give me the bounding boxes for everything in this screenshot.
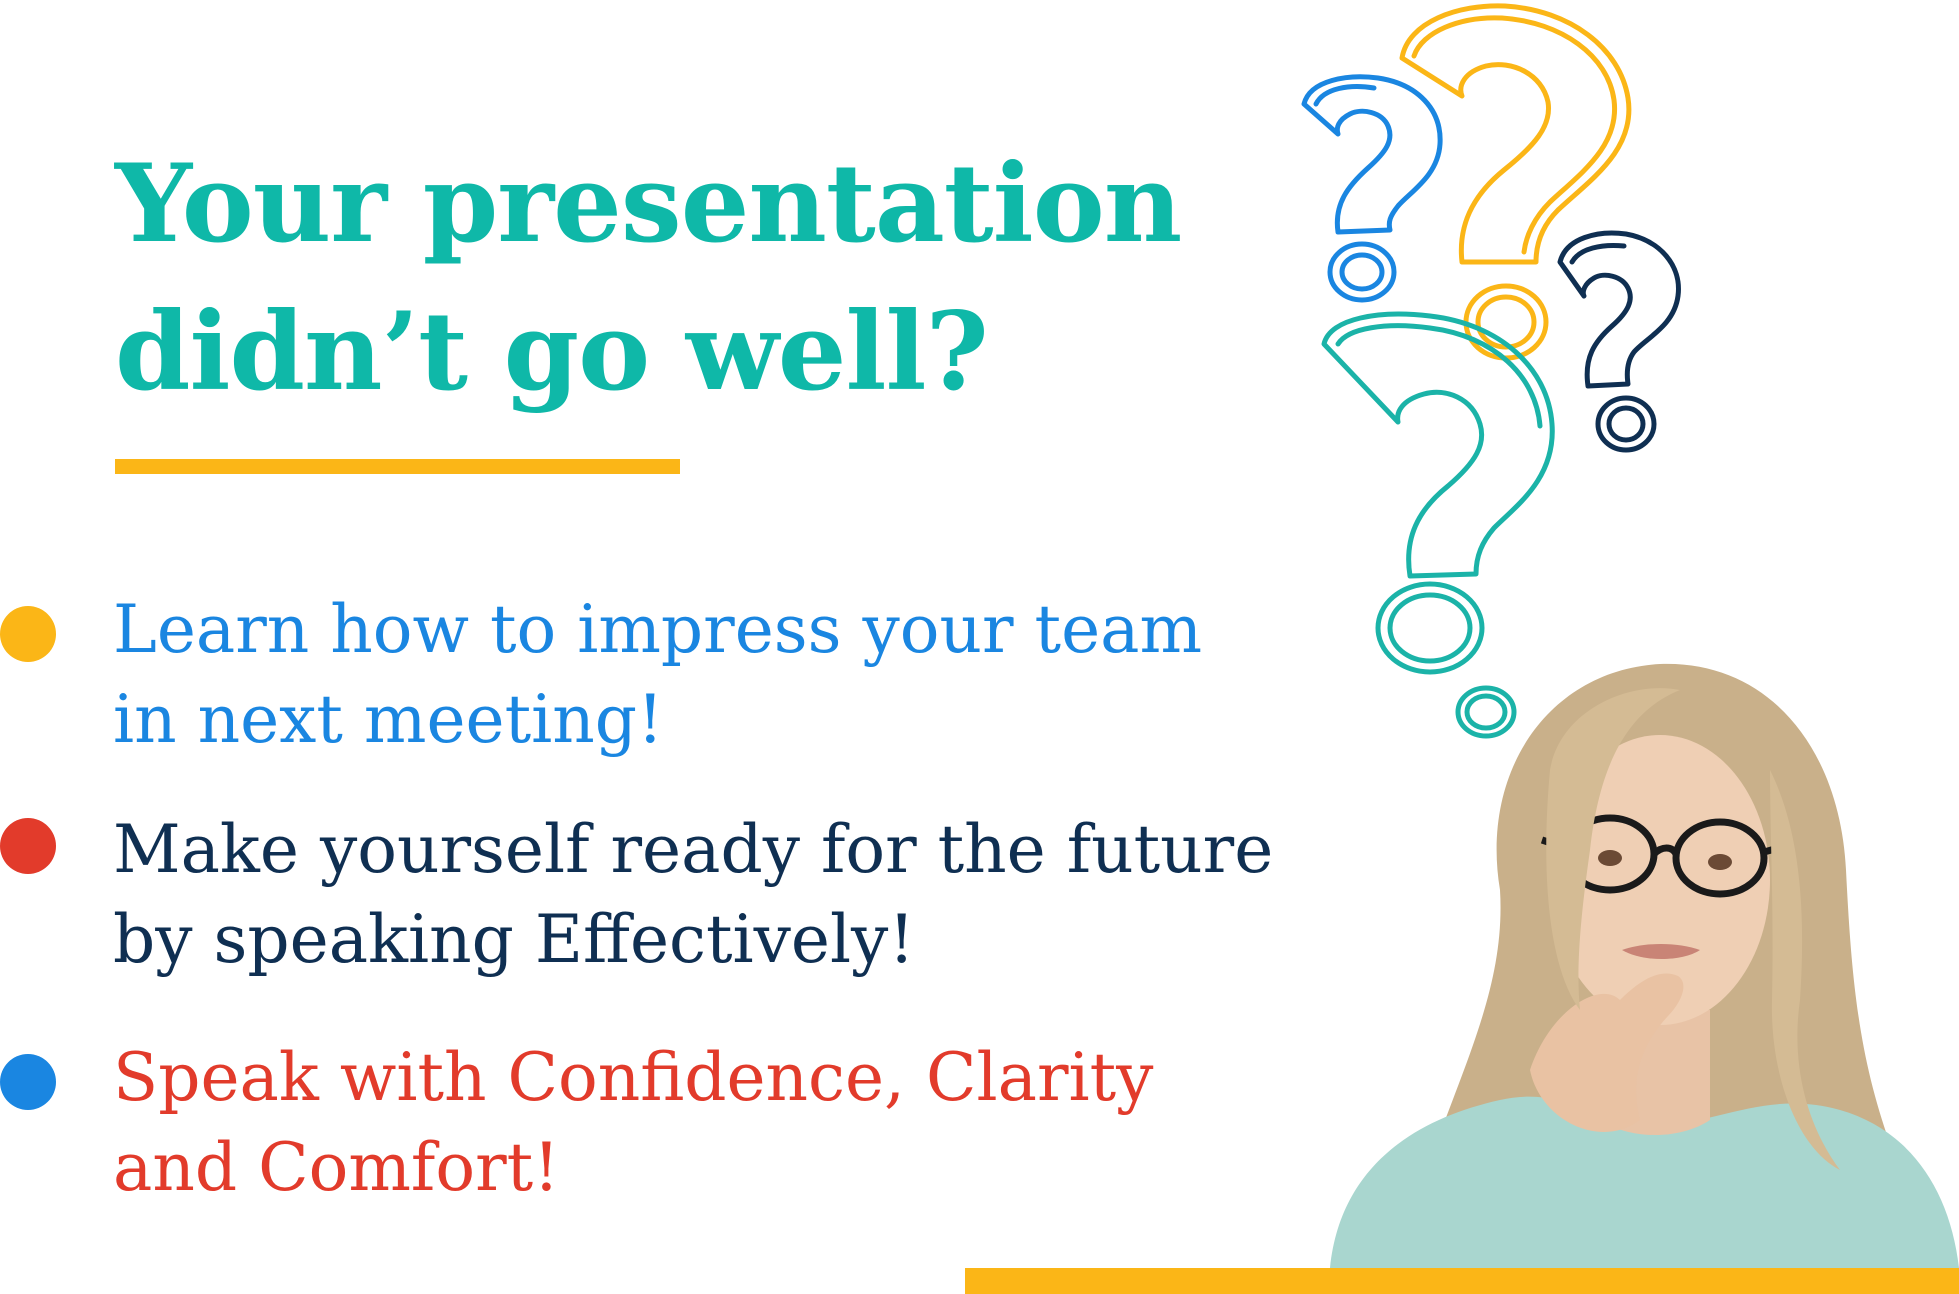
headline-line-1: Your presentation	[115, 141, 1182, 267]
bullet-item-2: Make yourself ready for the future by sp…	[113, 805, 1273, 985]
bullet-item-2-line-1: Make yourself ready for the future	[113, 811, 1274, 888]
question-mark-icon	[1301, 74, 1443, 303]
question-marks-illustration	[1301, 3, 1681, 739]
bullet-item-3-line-2: and Comfort!	[113, 1129, 560, 1206]
question-mark-icon	[1557, 230, 1681, 453]
bottom-accent-bar	[965, 1268, 1959, 1294]
bullet-item-2-line-2: by speaking Effectively!	[113, 901, 915, 978]
bullet-item-1: Learn how to impress your team in next m…	[113, 585, 1202, 765]
headline-underline	[115, 459, 680, 474]
headline: Your presentation didn’t go well?	[115, 130, 1275, 426]
bullet-item-3: Speak with Confidence, Clarity and Comfo…	[113, 1033, 1153, 1213]
bullet-dot-red	[0, 818, 56, 874]
bullet-item-1-line-1: Learn how to impress your team	[113, 591, 1203, 668]
bullet-item-1-line-2: in next meeting!	[113, 681, 664, 758]
headline-line-2: didn’t go well?	[115, 289, 989, 415]
thinking-woman-photo	[1330, 663, 1959, 1268]
bullet-dot-blue	[0, 1054, 56, 1110]
bullet-item-3-line-1: Speak with Confidence, Clarity	[113, 1039, 1154, 1116]
bullet-dot-yellow	[0, 606, 56, 662]
question-mark-icon	[1399, 3, 1632, 361]
